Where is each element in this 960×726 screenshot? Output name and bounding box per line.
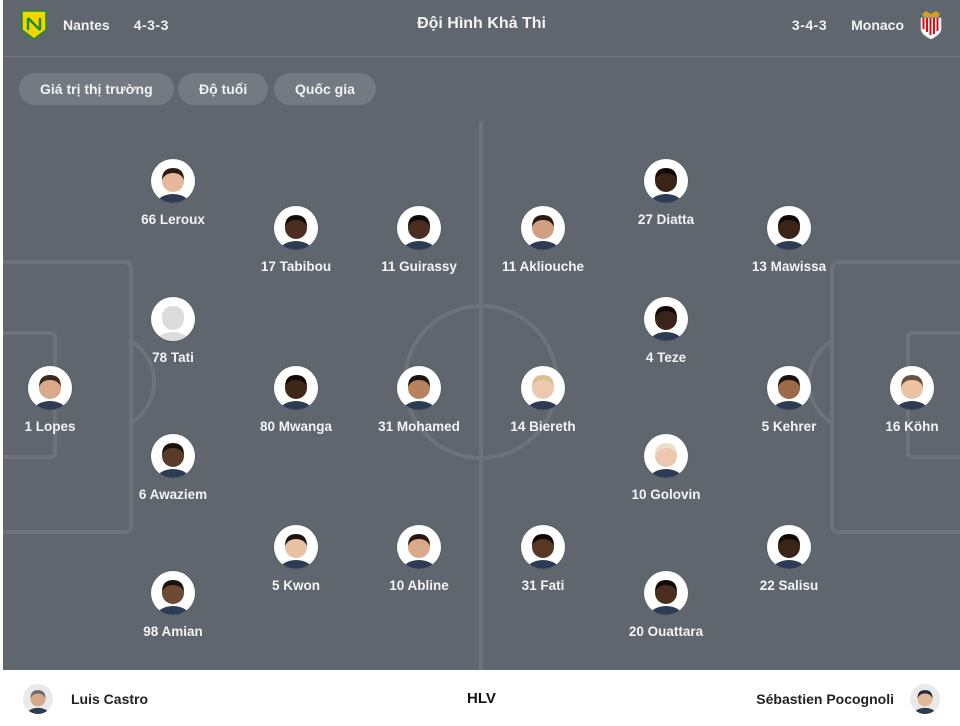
- filter-bar: Giá trị thị trường Độ tuổi Quốc gia: [3, 57, 960, 121]
- away-team-name: Monaco: [851, 17, 904, 33]
- player-label: 1 Lopes: [24, 419, 76, 434]
- player-away-def[interactable]: 22 Salisu: [719, 525, 859, 593]
- player-home-def[interactable]: 78 Tati: [103, 297, 243, 365]
- player-avatar: [644, 571, 688, 615]
- player-label: 27 Diatta: [637, 212, 695, 227]
- player-label: 98 Amian: [143, 624, 203, 639]
- player-label: 13 Mawissa: [751, 259, 827, 274]
- player-away-gk[interactable]: 16 Köhn: [842, 366, 960, 434]
- player-away-fwd[interactable]: 31 Fati: [473, 525, 613, 593]
- player-avatar: [397, 366, 441, 410]
- player-avatar: [767, 366, 811, 410]
- player-avatar: [151, 571, 195, 615]
- player-home-def[interactable]: 98 Amian: [103, 571, 243, 639]
- away-formation: 3-4-3: [791, 17, 828, 33]
- player-label: 16 Köhn: [885, 419, 939, 434]
- player-avatar: [644, 297, 688, 341]
- player-label: 6 Awaziem: [138, 487, 208, 502]
- filter-age-button[interactable]: Độ tuổi: [178, 73, 269, 105]
- player-home-def[interactable]: 66 Leroux: [103, 159, 243, 227]
- player-avatar: [767, 206, 811, 250]
- player-label: 78 Tati: [152, 350, 194, 365]
- player-home-mid[interactable]: 80 Mwanga: [226, 366, 366, 434]
- player-avatar: [397, 206, 441, 250]
- player-label: 31 Mohamed: [378, 419, 460, 434]
- player-label: 4 Teze: [645, 350, 687, 365]
- player-label: 10 Abline: [389, 578, 449, 593]
- player-home-mid[interactable]: 17 Tabibou: [226, 206, 366, 274]
- player-away-fwd[interactable]: 11 Akliouche: [473, 206, 613, 274]
- player-label: 14 Biereth: [510, 419, 576, 434]
- coach-avatar: [910, 684, 940, 714]
- player-label: 66 Leroux: [141, 212, 205, 227]
- player-avatar: [397, 525, 441, 569]
- player-avatar: [274, 525, 318, 569]
- player-label: 10 Golovin: [631, 487, 701, 502]
- player-away-mid[interactable]: 20 Ouattara: [596, 571, 736, 639]
- player-avatar: [521, 206, 565, 250]
- player-avatar: [274, 366, 318, 410]
- match-header: Nantes 4-3-3 Đội Hình Khả Thi 3-4-3 Mona…: [3, 0, 960, 57]
- player-home-fwd[interactable]: 31 Mohamed: [349, 366, 489, 434]
- player-label: 5 Kehrer: [761, 419, 817, 434]
- player-home-gk[interactable]: 1 Lopes: [3, 366, 120, 434]
- player-away-def[interactable]: 13 Mawissa: [719, 206, 859, 274]
- filter-market-value-button[interactable]: Giá trị thị trường: [19, 73, 174, 105]
- player-label: 17 Tabibou: [260, 259, 332, 274]
- player-label: 80 Mwanga: [259, 419, 333, 434]
- player-home-fwd[interactable]: 11 Guirassy: [349, 206, 489, 274]
- player-avatar: [28, 366, 72, 410]
- player-label: 20 Ouattara: [628, 624, 704, 639]
- away-coach-name: Sébastien Pocognoli: [756, 691, 894, 707]
- coaches-bar: Luis Castro HLV Sébastien Pocognoli: [3, 670, 960, 726]
- player-label: 22 Salisu: [759, 578, 819, 593]
- player-away-fwd[interactable]: 14 Biereth: [473, 366, 613, 434]
- player-avatar: [767, 525, 811, 569]
- player-home-def[interactable]: 6 Awaziem: [103, 434, 243, 502]
- player-avatar: [890, 366, 934, 410]
- player-away-mid[interactable]: 4 Teze: [596, 297, 736, 365]
- player-away-def[interactable]: 5 Kehrer: [719, 366, 859, 434]
- monaco-crest-icon: [920, 11, 942, 40]
- player-avatar: [151, 297, 195, 341]
- player-label: 11 Akliouche: [501, 259, 585, 274]
- filter-nationality-button[interactable]: Quốc gia: [274, 73, 376, 105]
- player-label: 5 Kwon: [271, 578, 320, 593]
- player-home-mid[interactable]: 5 Kwon: [226, 525, 366, 593]
- player-label: 11 Guirassy: [381, 259, 457, 274]
- player-away-mid[interactable]: 10 Golovin: [596, 434, 736, 502]
- player-avatar: [644, 159, 688, 203]
- player-avatar: [521, 525, 565, 569]
- player-label: 31 Fati: [521, 578, 565, 593]
- player-home-fwd[interactable]: 10 Abline: [349, 525, 489, 593]
- player-avatar: [644, 434, 688, 478]
- player-away-mid[interactable]: 27 Diatta: [596, 159, 736, 227]
- player-avatar: [521, 366, 565, 410]
- away-team[interactable]: 3-4-3 Monaco: [792, 10, 944, 40]
- pitch: 1 Lopes 66 Leroux 78 Tati 6 Awaziem 98 A…: [3, 121, 960, 670]
- player-avatar: [274, 206, 318, 250]
- away-coach[interactable]: Sébastien Pocognoli: [756, 684, 940, 714]
- player-avatar: [151, 159, 195, 203]
- player-avatar: [151, 434, 195, 478]
